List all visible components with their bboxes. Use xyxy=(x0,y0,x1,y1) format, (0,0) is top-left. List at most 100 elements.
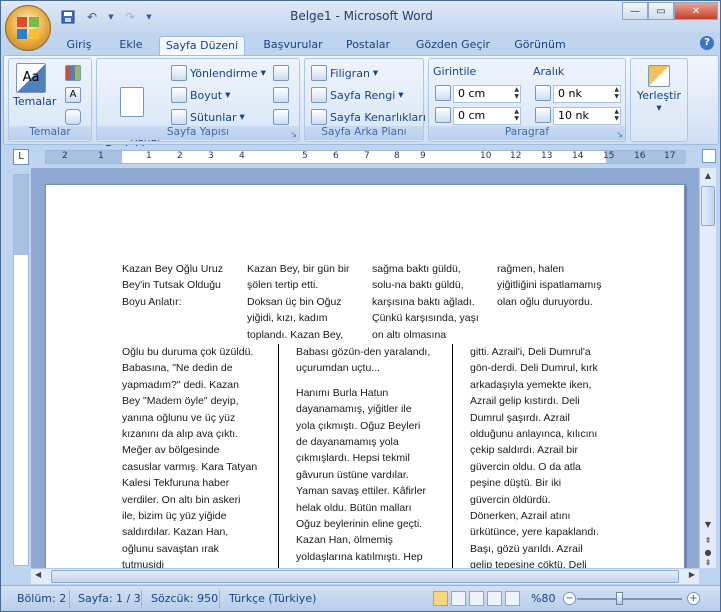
breaks-button[interactable] xyxy=(273,65,289,81)
office-button[interactable] xyxy=(5,5,51,51)
group-temalar-label: Temalar xyxy=(9,126,91,140)
tab-postalar[interactable]: Postalar xyxy=(337,36,399,55)
zoom-out-icon[interactable]: − xyxy=(563,592,576,605)
space-before-field[interactable]: 0 nk ▲ ▼ xyxy=(553,85,621,103)
tab-ekle[interactable]: Ekle xyxy=(109,36,153,55)
ruler-tick: 3 xyxy=(208,151,214,161)
document-area: Kazan Bey Oğlu Uruz Bey'in Tutsak Olduğu B… xyxy=(31,168,699,568)
indent-heading: Girintile xyxy=(433,65,477,78)
web-layout-view-icon[interactable] xyxy=(469,591,484,606)
scroll-up-icon[interactable]: ▲ xyxy=(701,169,715,183)
status-page[interactable]: Sayfa: 1 / 3 xyxy=(78,592,141,605)
orientation-button[interactable]: Yönlendirme ▾ xyxy=(171,65,266,81)
ruler-tick: 4 xyxy=(239,151,245,161)
horizontal-ruler[interactable]: 2 1 1 2 3 4 5 6 7 8 9 10 12 13 14 15 16 … xyxy=(45,150,686,164)
tab-basvurular[interactable]: Başvurular xyxy=(257,36,329,55)
themes-icon: Aa xyxy=(16,63,46,93)
tab-gorunum[interactable]: Görünüm xyxy=(507,36,573,55)
zoom-in-icon[interactable]: + xyxy=(687,592,700,605)
paragraph-launcher-icon[interactable]: ↘ xyxy=(616,130,623,139)
scroll-left-icon[interactable]: ◀ xyxy=(35,570,41,579)
ruler-tick: 15 xyxy=(603,151,615,161)
view-ruler-icon[interactable] xyxy=(702,149,716,163)
line-numbers-button[interactable] xyxy=(273,87,289,103)
indent-left-icon xyxy=(435,85,451,101)
horizontal-scroll-thumb[interactable] xyxy=(51,570,679,583)
line-numbers-icon xyxy=(273,87,289,103)
window-controls: — ▭ ✕ xyxy=(622,2,718,20)
watermark-button[interactable]: Filigran ▾ xyxy=(311,65,378,81)
next-page-icon[interactable]: ⇟ xyxy=(701,556,715,570)
spin-arrows-icon[interactable]: ▲ ▼ xyxy=(514,108,519,122)
ruler-tick: 16 xyxy=(634,151,646,161)
office-logo-icon xyxy=(17,17,39,39)
print-layout-view-icon[interactable] xyxy=(433,591,448,606)
minimize-button[interactable]: — xyxy=(622,2,648,20)
page-setup-launcher-icon[interactable]: ↘ xyxy=(290,130,297,139)
arrange-dropdown-icon: ▾ xyxy=(656,102,662,114)
maximize-button[interactable]: ▭ xyxy=(648,2,674,20)
zoom-slider-thumb[interactable] xyxy=(616,592,623,605)
themes-button[interactable]: Aa Temalar xyxy=(13,63,56,108)
top-column-3: sağma baktı güldü, solu-na baktı güldü, ka… xyxy=(372,263,479,341)
spin-arrows-icon[interactable]: ▲ ▼ xyxy=(614,108,619,122)
status-divider xyxy=(141,590,142,608)
scroll-down-icon[interactable]: ▼ xyxy=(701,518,715,532)
tab-giris[interactable]: Giriş xyxy=(57,36,101,55)
zoom-slider[interactable] xyxy=(577,598,682,600)
space-after-icon xyxy=(535,107,551,123)
arrange-label: Yerleştir xyxy=(637,89,681,102)
page-borders-button[interactable]: Sayfa Kenarlıkları xyxy=(311,109,426,125)
theme-fonts-icon[interactable]: A xyxy=(65,87,81,103)
indent-left-value: 0 cm xyxy=(458,87,486,100)
top-column-4: rağmen, halen yiğitliğini ispatlamamış ola… xyxy=(497,263,602,308)
page-color-button[interactable]: Sayfa Rengi ▾ xyxy=(311,87,404,103)
column-1: Oğlu bu duruma çok üzüldü. Babasına, "Ne … xyxy=(122,346,258,568)
ruler-tick: 2 xyxy=(62,151,68,161)
close-button[interactable]: ✕ xyxy=(674,2,718,20)
document-page[interactable]: Kazan Bey Oğlu Uruz Bey'in Tutsak Olduğu B… xyxy=(45,184,685,568)
group-yerlestir: Yerleştir ▾ xyxy=(630,58,688,142)
tab-gozden-gecir[interactable]: Gözden Geçir xyxy=(407,36,499,55)
status-section[interactable]: Bölüm: 2 xyxy=(17,592,66,605)
theme-effects-icon[interactable] xyxy=(65,109,81,125)
status-word-count[interactable]: Sözcük: 950 xyxy=(151,592,218,605)
ruler-tick: 5 xyxy=(302,151,308,161)
help-icon[interactable]: ? xyxy=(700,36,714,50)
vertical-ruler[interactable] xyxy=(13,174,29,566)
vertical-scroll-thumb[interactable] xyxy=(701,186,715,226)
full-screen-reading-view-icon[interactable] xyxy=(451,591,466,606)
group-paragraf: Girintile Aralık 0 cm ▲ ▼ 0 cm ▲ ▼ 0 nk ▲ ▼… xyxy=(428,58,626,142)
horizontal-scrollbar[interactable]: ◀ ▶ xyxy=(31,568,699,584)
ruler-tick: 7 xyxy=(364,151,370,161)
page-color-icon xyxy=(311,87,327,103)
zoom-level[interactable]: %80 xyxy=(531,592,555,605)
draft-view-icon[interactable] xyxy=(505,591,520,606)
indent-right-value: 0 cm xyxy=(458,109,486,122)
theme-colors-icon[interactable] xyxy=(65,65,81,81)
column-separator xyxy=(278,344,279,568)
ruler-tick: 10 xyxy=(480,151,492,161)
spin-arrows-icon[interactable]: ▲ ▼ xyxy=(514,86,519,100)
outline-view-icon[interactable] xyxy=(487,591,502,606)
tab-sayfa-duzeni[interactable]: Sayfa Düzeni xyxy=(159,36,245,55)
orientation-label: Yönlendirme xyxy=(190,66,258,80)
spin-arrows-icon[interactable]: ▲ ▼ xyxy=(614,86,619,100)
indent-right-field[interactable]: 0 cm ▲ ▼ xyxy=(453,107,521,125)
columns-button[interactable]: Sütunlar ▾ xyxy=(171,109,245,125)
size-icon xyxy=(171,87,187,103)
scroll-right-icon[interactable]: ▶ xyxy=(689,570,695,579)
size-button[interactable]: Boyut ▾ xyxy=(171,87,230,103)
hyphenation-button[interactable] xyxy=(273,109,289,125)
indent-left-field[interactable]: 0 cm ▲ ▼ xyxy=(453,85,521,103)
ruler-tick: 12 xyxy=(510,151,522,161)
status-language[interactable]: Türkçe (Türkiye) xyxy=(229,592,316,605)
group-sayfa-yapisi-label: Sayfa Yapısı xyxy=(97,126,299,140)
vertical-scrollbar[interactable]: ▲ ▼ ⇞ ● ⇟ xyxy=(699,168,716,568)
space-after-field[interactable]: 10 nk ▲ ▼ xyxy=(553,107,621,125)
group-sayfa-arka-plani: Filigran ▾ Sayfa Rengi ▾ Sayfa Kenarlıklar… xyxy=(304,58,426,142)
arrange-button[interactable]: Yerleştir ▾ xyxy=(633,65,685,114)
ribbon: Aa Temalar A Temalar Kenar Boşlukları Yö… xyxy=(3,55,719,156)
group-paragraf-label: Paragraf xyxy=(429,126,625,140)
tab-selector-button[interactable]: L xyxy=(13,149,29,165)
